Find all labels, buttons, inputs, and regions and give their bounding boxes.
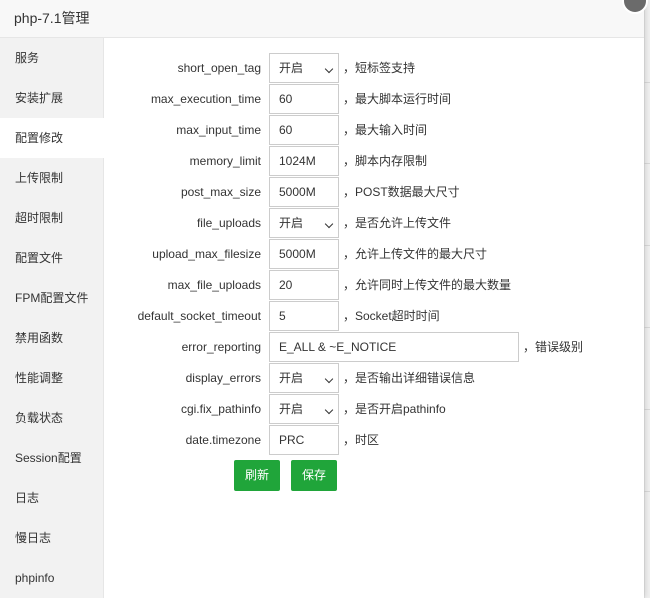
chevron-down-icon: [324, 405, 334, 415]
select-value: 开启: [279, 402, 304, 416]
display-errors-select[interactable]: 开启: [269, 363, 339, 393]
field-label: max_input_time: [176, 123, 261, 137]
field-description: ，是否开启pathinfo: [343, 402, 446, 416]
background-row-divider: [644, 491, 650, 492]
sidebar-item-performance-tuning[interactable]: 性能调整: [0, 358, 103, 398]
field-label: post_max_size: [180, 185, 261, 199]
form-row-date-timezone: date.timezone PRC ，时区: [105, 425, 625, 456]
field-label: display_errors: [185, 371, 261, 385]
dialog-title-bar: php-7.1管理: [0, 0, 644, 38]
upload-max-filesize-input[interactable]: 5000M: [269, 239, 339, 269]
config-form: short_open_tag 开启 ，短标签支持 max_execution_t…: [105, 53, 625, 456]
field-label: max_file_uploads: [167, 278, 261, 292]
form-row-default-socket-timeout: default_socket_timeout 5 ，Socket超时时间: [105, 301, 625, 332]
field-description: ，错误级别: [523, 340, 584, 354]
sidebar-item-timeout-limit[interactable]: 超时限制: [0, 198, 103, 238]
background-row-divider: [644, 409, 650, 410]
field-description: ，是否允许上传文件: [343, 216, 452, 230]
sidebar-item-disabled-functions[interactable]: 禁用函数: [0, 318, 103, 358]
sidebar-item-service[interactable]: 服务: [0, 38, 103, 78]
form-row-memory-limit: memory_limit 1024M ，脚本内存限制: [105, 146, 625, 177]
select-value: 开启: [279, 371, 304, 385]
field-description: ，允许同时上传文件的最大数量: [343, 278, 512, 292]
field-description: ，脚本内存限制: [343, 154, 428, 168]
field-label: memory_limit: [189, 154, 261, 168]
chevron-down-icon: [324, 219, 334, 229]
field-description: ，POST数据最大尺寸: [343, 185, 460, 199]
sidebar-nav: 服务 安装扩展 配置修改 上传限制 超时限制 配置文件 FPM配置文件 禁用函数…: [0, 38, 104, 598]
file-uploads-select[interactable]: 开启: [269, 208, 339, 238]
form-row-cgi-fix-pathinfo: cgi.fix_pathinfo 开启 ，是否开启pathinfo: [105, 394, 625, 425]
field-label: default_socket_timeout: [137, 309, 261, 323]
chevron-down-icon: [324, 64, 334, 74]
form-row-display-errors: display_errors 开启 ，是否输出详细错误信息: [105, 363, 625, 394]
chevron-down-icon: [324, 374, 334, 384]
form-row-error-reporting: error_reporting E_ALL & ~E_NOTICE ，错误级别: [105, 332, 625, 363]
config-content-panel: short_open_tag 开启 ，短标签支持 max_execution_t…: [105, 38, 644, 598]
php-manager-dialog: php-7.1管理 服务 安装扩展 配置修改 上传限制 超时限制 配置文件 FP…: [0, 0, 648, 598]
background-row-divider: [644, 82, 650, 83]
max-execution-time-input[interactable]: 60: [269, 84, 339, 114]
post-max-size-input[interactable]: 5000M: [269, 177, 339, 207]
short-open-tag-select[interactable]: 开启: [269, 53, 339, 83]
max-file-uploads-input[interactable]: 20: [269, 270, 339, 300]
background-row-divider: [644, 163, 650, 164]
field-description: ，允许上传文件的最大尺寸: [343, 247, 488, 261]
field-label: upload_max_filesize: [152, 247, 261, 261]
field-description: ，最大输入时间: [343, 123, 428, 137]
memory-limit-input[interactable]: 1024M: [269, 146, 339, 176]
sidebar-item-phpinfo[interactable]: phpinfo: [0, 558, 103, 598]
date-timezone-input[interactable]: PRC: [269, 425, 339, 455]
form-row-file-uploads: file_uploads 开启 ，是否允许上传文件: [105, 208, 625, 239]
form-row-max-input-time: max_input_time 60 ，最大输入时间: [105, 115, 625, 146]
field-label: max_execution_time: [150, 92, 261, 106]
dialog-title: php-7.1管理: [14, 10, 90, 26]
sidebar-item-load-status[interactable]: 负载状态: [0, 398, 103, 438]
error-reporting-input[interactable]: E_ALL & ~E_NOTICE: [269, 332, 519, 362]
field-description: ，短标签支持: [343, 61, 416, 75]
max-input-time-input[interactable]: 60: [269, 115, 339, 145]
background-row-divider: [644, 327, 650, 328]
default-socket-timeout-input[interactable]: 5: [269, 301, 339, 331]
field-label: date.timezone: [185, 433, 261, 447]
field-label: short_open_tag: [177, 61, 261, 75]
field-label: file_uploads: [196, 216, 261, 230]
field-description: ，最大脚本运行时间: [343, 92, 452, 106]
field-description: ，时区: [343, 433, 380, 447]
background-page-edge: [644, 0, 650, 598]
form-row-max-execution-time: max_execution_time 60 ，最大脚本运行时间: [105, 84, 625, 115]
field-description: ，是否输出详细错误信息: [343, 371, 476, 385]
field-description: ，Socket超时时间: [343, 309, 440, 323]
form-row-max-file-uploads: max_file_uploads 20 ，允许同时上传文件的最大数量: [105, 270, 625, 301]
select-value: 开启: [279, 61, 304, 75]
field-label: error_reporting: [181, 340, 261, 354]
form-row-short-open-tag: short_open_tag 开启 ，短标签支持: [105, 53, 625, 84]
background-row-divider: [644, 245, 650, 246]
form-row-upload-max-filesize: upload_max_filesize 5000M ，允许上传文件的最大尺寸: [105, 239, 625, 270]
sidebar-item-log[interactable]: 日志: [0, 478, 103, 518]
field-label: cgi.fix_pathinfo: [180, 402, 261, 416]
cgi-fix-pathinfo-select[interactable]: 开启: [269, 394, 339, 424]
save-button[interactable]: 保存: [291, 460, 337, 491]
sidebar-item-upload-limit[interactable]: 上传限制: [0, 158, 103, 198]
sidebar-item-session-config[interactable]: Session配置: [0, 438, 103, 478]
refresh-button[interactable]: 刷新: [234, 460, 280, 491]
sidebar-item-slow-log[interactable]: 慢日志: [0, 518, 103, 558]
form-row-post-max-size: post_max_size 5000M ，POST数据最大尺寸: [105, 177, 625, 208]
sidebar-item-install-extensions[interactable]: 安装扩展: [0, 78, 103, 118]
sidebar-item-config-file[interactable]: 配置文件: [0, 238, 103, 278]
sidebar-item-config-edit[interactable]: 配置修改: [0, 118, 104, 158]
sidebar-item-fpm-config-file[interactable]: FPM配置文件: [0, 278, 103, 318]
select-value: 开启: [279, 216, 304, 230]
